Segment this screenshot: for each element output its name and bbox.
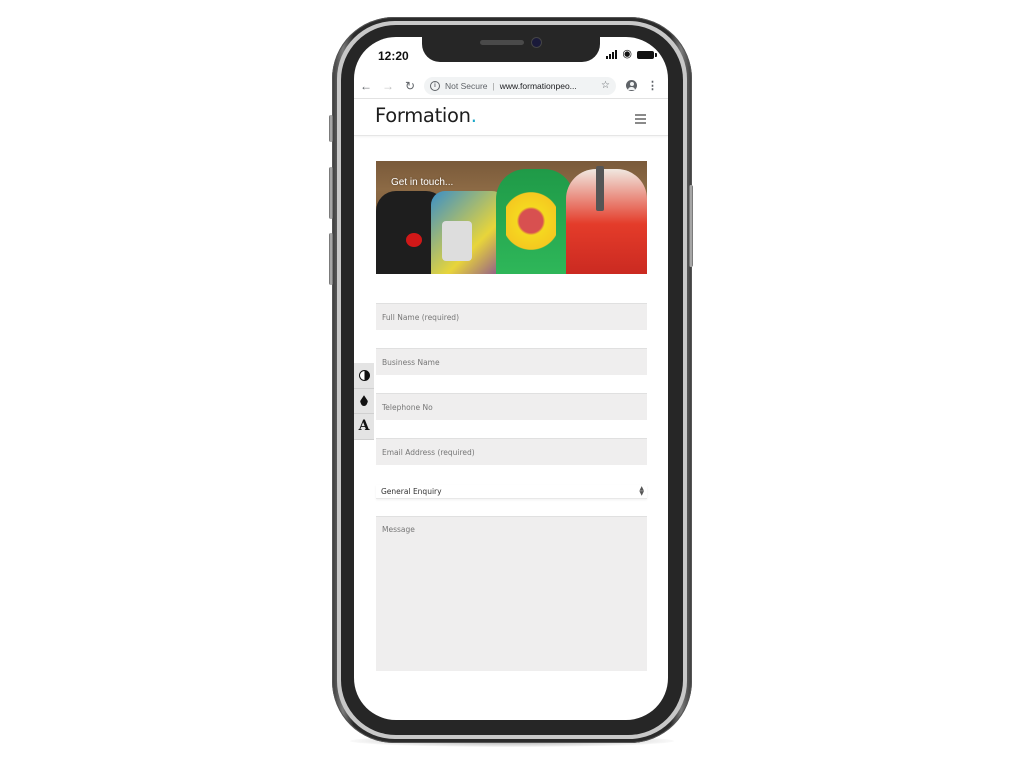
site-header: Formation. (354, 99, 668, 136)
telephone-input[interactable]: Telephone No (376, 393, 647, 420)
info-icon[interactable]: i (430, 80, 440, 91)
account-icon[interactable] (626, 80, 637, 91)
mute-switch (329, 115, 333, 142)
font-icon: A (358, 418, 370, 435)
wifi-icon: ◉ (622, 48, 632, 60)
desaturate-toggle[interactable] (354, 389, 374, 414)
browser-toolbar: ← → ↻ i Not Secure | www.formationpeo...… (354, 73, 668, 99)
hero-banner: Get in touch... (376, 161, 647, 274)
security-label: Not Secure (445, 80, 488, 91)
accessibility-toolbar: A (354, 363, 374, 440)
font-size-toggle[interactable]: A (354, 414, 374, 440)
notch (422, 37, 600, 62)
front-camera (532, 38, 541, 47)
ink-drop-icon (360, 395, 368, 407)
logo-dot: . (470, 104, 477, 127)
mailbox-flag (406, 233, 422, 247)
full-name-input[interactable]: Full Name (required) (376, 303, 647, 330)
sunflower-decal (506, 181, 556, 261)
logo-text: Formation (375, 104, 471, 127)
reload-icon[interactable]: ↻ (400, 79, 420, 93)
enquiry-type-select[interactable]: General Enquiry ▲ ▼ (376, 485, 647, 499)
power-button (689, 185, 693, 267)
back-icon[interactable]: ← (356, 79, 376, 93)
more-menu-icon[interactable]: ⋮ (647, 79, 658, 92)
status-icons: ◉ (606, 48, 657, 60)
site-logo[interactable]: Formation. (375, 104, 477, 127)
url-text[interactable]: www.formationpeo... (500, 81, 577, 91)
phone-screen: 12:20 ◉ ← → ↻ i Not Secure | www.formati… (354, 37, 668, 720)
mailbox-tag (442, 221, 472, 261)
business-name-input[interactable]: Business Name (376, 348, 647, 375)
contrast-toggle[interactable] (354, 363, 374, 389)
mailbox-latch (596, 166, 604, 211)
forward-icon[interactable]: → (378, 79, 398, 93)
status-time: 12:20 (378, 49, 409, 63)
address-bar[interactable]: i Not Secure | www.formationpeo... ☆ (424, 76, 616, 95)
hero-title: Get in touch... (391, 177, 454, 188)
message-textarea[interactable]: Message (376, 516, 647, 671)
volume-down-button (329, 233, 333, 285)
cellular-signal-icon (606, 50, 618, 59)
speaker-grille (480, 40, 524, 45)
volume-up-button (329, 167, 333, 219)
select-arrows-icon: ▲ ▼ (639, 485, 644, 497)
email-input[interactable]: Email Address (required) (376, 438, 647, 465)
divider: | (492, 80, 495, 91)
enquiry-selected-value: General Enquiry (381, 487, 442, 496)
mailbox-red (566, 169, 647, 274)
bookmark-star-icon[interactable]: ☆ (601, 80, 610, 91)
hamburger-menu-icon[interactable] (635, 114, 646, 126)
contrast-icon (358, 369, 370, 381)
battery-icon (637, 50, 657, 59)
